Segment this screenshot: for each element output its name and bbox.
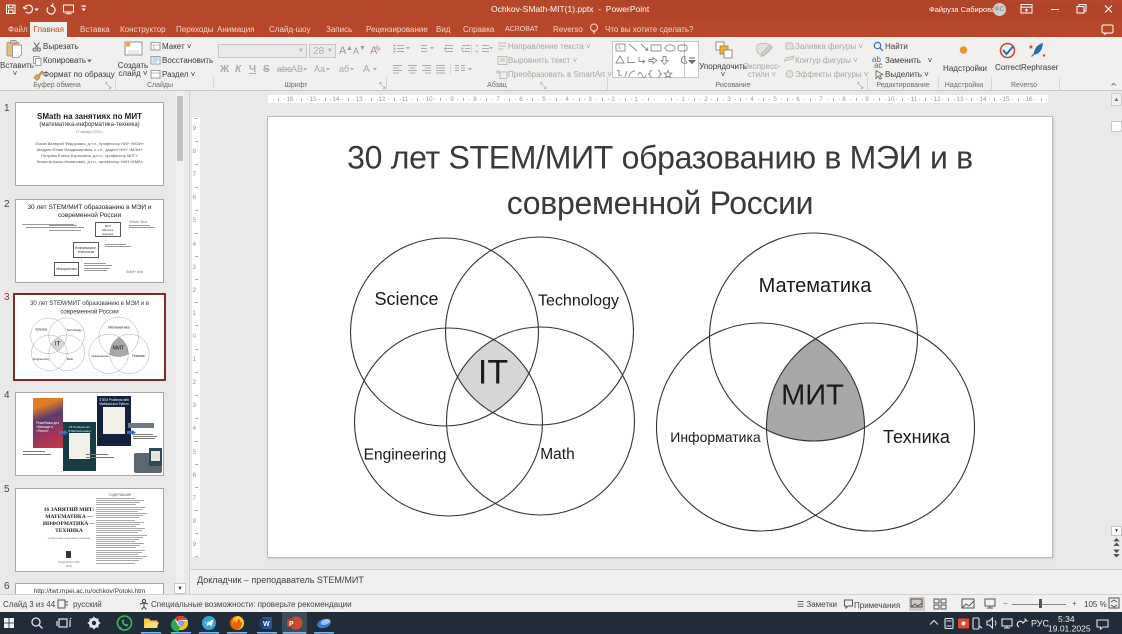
svg-text:РУС: РУС — [1031, 619, 1050, 629]
svg-text:АВ: АВ — [291, 64, 303, 74]
svg-text:К: К — [235, 64, 242, 75]
svg-text:аб: аб — [339, 64, 349, 74]
svg-text:▲: ▲ — [346, 45, 353, 52]
svg-text:IT: IT — [55, 341, 61, 348]
svg-text:Ж: Ж — [219, 64, 230, 75]
svg-text:Информатика: Информатика — [670, 429, 761, 445]
svg-text:5:34: 5:34 — [1058, 614, 1075, 624]
svg-text:19.01.2025: 19.01.2025 — [1048, 624, 1091, 634]
svg-text:А: А — [363, 64, 370, 75]
svg-text:Математика: Математика — [759, 275, 873, 297]
svg-text:▼: ▼ — [359, 45, 366, 52]
svg-text:Engineering: Engineering — [33, 357, 49, 361]
svg-text:W: W — [263, 621, 270, 628]
svg-text:Аа: Аа — [314, 64, 325, 74]
svg-text:30 лет STEM/МИТ образованию в: 30 лет STEM/МИТ образованию в МЭИ и в — [347, 140, 973, 176]
svg-text:МИТ: МИТ — [781, 380, 844, 412]
svg-text:МИТ: МИТ — [113, 346, 126, 352]
svg-text:S: S — [263, 64, 270, 75]
svg-text:Техника: Техника — [883, 427, 951, 447]
svg-text:Math: Math — [67, 357, 74, 361]
svg-text:P: P — [289, 621, 294, 628]
svg-text:Информатика: Информатика — [91, 354, 109, 358]
svg-text:Ч: Ч — [249, 64, 256, 75]
svg-text:Math: Math — [540, 446, 574, 463]
svg-text:Technology: Technology — [538, 293, 619, 310]
svg-text:современной России: современной России — [60, 308, 118, 315]
svg-text:Science: Science — [35, 328, 47, 332]
svg-text:Техника: Техника — [132, 354, 145, 358]
svg-text:ac: ac — [874, 61, 882, 70]
svg-text:современной России: современной России — [507, 185, 814, 221]
svg-text:IT: IT — [478, 354, 508, 392]
svg-text:30 лет STEM/МИТ образованию в: 30 лет STEM/МИТ образованию в МЭИ и в — [30, 300, 149, 307]
svg-text:Technology: Technology — [66, 328, 82, 332]
svg-text:abc: abc — [277, 64, 292, 74]
svg-text:Science: Science — [374, 289, 438, 309]
svg-text:Математика: Математика — [108, 325, 130, 329]
svg-text:Engineering: Engineering — [364, 447, 447, 464]
